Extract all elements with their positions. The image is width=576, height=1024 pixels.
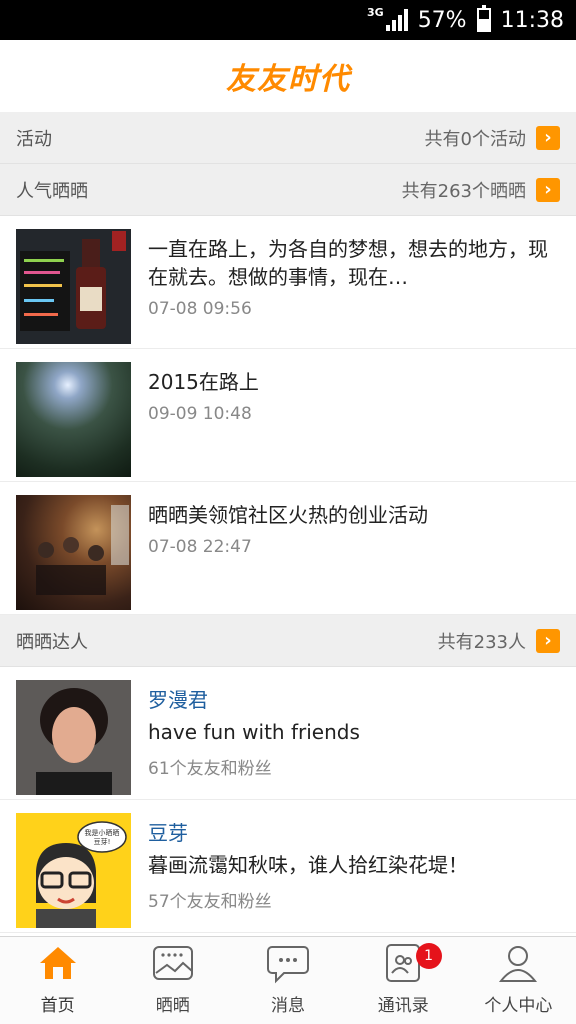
user-icon [499, 946, 538, 982]
user-item[interactable]: 我是小晒晒 豆芽! 豆芽 暮画流霭知秋味，谁人拾红染花堤！ 57个友友和粉丝 [0, 800, 576, 933]
battery-percent: 57% [417, 7, 467, 33]
bottom-tab-bar: 首页 晒晒 消息 1 通讯录 个人中心 [0, 936, 576, 1024]
post-text: 一直在路上，为各自的梦想，想去的地方，现在就去。想做的事情，现在… [148, 237, 548, 289]
section-title: 活动 [16, 128, 52, 150]
section-title: 晒晒达人 [16, 631, 88, 653]
post-time: 07-08 22:47 [148, 537, 252, 557]
chevron-right-icon[interactable]: › [536, 125, 560, 150]
status-bar: 3G 57% 11:38 [0, 0, 576, 40]
post-item[interactable]: 2015在路上 09-09 10:48 [0, 349, 576, 482]
post-item[interactable]: 晒晒美领馆社区火热的创业活动 07-08 22:47 [0, 482, 576, 615]
avatar-caption-line1: 我是小晒晒 [85, 828, 120, 837]
post-time: 09-09 10:48 [148, 404, 252, 424]
home-icon [39, 947, 76, 979]
tab-label: 消息 [271, 996, 305, 1016]
user-fans: 57个友友和粉丝 [148, 892, 272, 912]
tab-label: 个人中心 [484, 996, 553, 1016]
post-text: 晒晒美领馆社区火热的创业活动 [148, 503, 428, 527]
activity-section-header[interactable]: 活动 共有0个活动 › [0, 112, 576, 164]
section-title: 人气晒晒 [16, 180, 88, 202]
user-name[interactable]: 罗漫君 [148, 686, 560, 714]
notification-badge: 1 [415, 943, 442, 969]
clock: 11:38 [500, 7, 564, 33]
avatar: 我是小晒晒 豆芽! [16, 813, 131, 928]
post-item[interactable]: 一直在路上，为各自的梦想，想去的地方，现在就去。想做的事情，现在… 07-08 … [0, 216, 576, 349]
post-time: 07-08 09:56 [148, 299, 252, 319]
user-name[interactable]: 豆芽 [148, 819, 560, 847]
message-icon [267, 946, 309, 984]
section-count: 共有263个晒晒 [401, 180, 526, 202]
section-count: 共有0个活动 [424, 128, 526, 150]
tab-contacts[interactable]: 1 通讯录 [346, 937, 461, 1024]
tab-profile[interactable]: 个人中心 [461, 937, 576, 1024]
home-feed[interactable]: 活动 共有0个活动 › 人气晒晒 共有263个晒晒 › 一直在路上，为各自的梦想… [0, 112, 576, 936]
tab-home[interactable]: 首页 [0, 937, 115, 1024]
avatar [16, 680, 131, 795]
post-text: 2015在路上 [148, 370, 259, 394]
chevron-right-icon[interactable]: › [536, 177, 560, 202]
gallery-icon [152, 946, 193, 980]
user-fans: 61个友友和粉丝 [148, 759, 272, 779]
app-logo: 友友时代 [226, 62, 350, 97]
avatar-caption-line2: 豆芽! [94, 837, 111, 846]
user-signature: have fun with friends [148, 720, 360, 744]
tab-label: 通讯录 [377, 996, 429, 1016]
post-thumbnail [16, 229, 131, 344]
tab-label: 晒晒 [155, 996, 190, 1016]
user-signature: 暮画流霭知秋味，谁人拾红染花堤！ [148, 853, 468, 877]
experts-section-header[interactable]: 晒晒达人 共有233人 › [0, 615, 576, 667]
network-type: 3G [367, 5, 384, 19]
chevron-right-icon[interactable]: › [536, 628, 560, 653]
app-header: 友友时代 [0, 40, 576, 112]
signal-icon [385, 9, 408, 31]
post-thumbnail [16, 362, 131, 477]
battery-icon [476, 5, 491, 32]
user-item[interactable]: 罗漫君 have fun with friends 61个友友和粉丝 [0, 667, 576, 800]
section-count: 共有233人 [437, 631, 526, 653]
post-thumbnail [16, 495, 131, 610]
tab-gallery[interactable]: 晒晒 [115, 937, 230, 1024]
popular-section-header[interactable]: 人气晒晒 共有263个晒晒 › [0, 164, 576, 216]
tab-messages[interactable]: 消息 [230, 937, 345, 1024]
tab-label: 首页 [40, 996, 75, 1016]
